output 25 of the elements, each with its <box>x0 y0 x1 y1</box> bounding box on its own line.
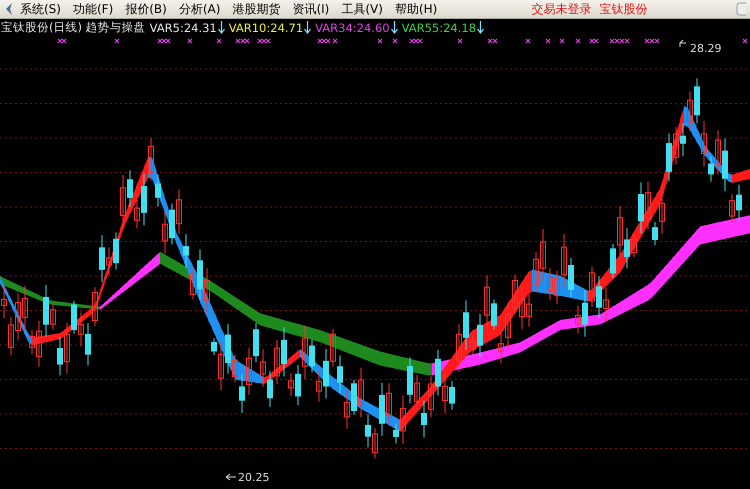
window-control-icon[interactable] <box>736 2 746 16</box>
down-arrow-icon <box>477 21 484 34</box>
menu-item[interactable]: 帮助(H) <box>388 0 444 18</box>
low-price-label: 20.25 <box>238 471 270 484</box>
menu-item[interactable]: 报价(B) <box>119 0 173 18</box>
high-price-marker <box>680 40 686 48</box>
menu-item[interactable]: 资讯(I) <box>286 0 336 18</box>
indicator-value: VAR34:24.60 <box>315 20 390 34</box>
down-arrow-icon <box>304 21 312 34</box>
indicator-value: VAR55:24.18 <box>402 20 476 34</box>
indicator-value: VAR5:24.31 <box>150 20 217 34</box>
down-arrow-icon <box>218 21 225 34</box>
low-price-marker <box>226 474 236 480</box>
menu-item[interactable]: 工具(V) <box>335 0 389 18</box>
chart-title: 宝钛股份(日线) 趋势与操盘 <box>1 20 146 35</box>
indicator-value: VAR10:24.71 <box>228 20 304 34</box>
high-price-label: 28.29 <box>690 42 722 55</box>
login-status: 交易未登录 <box>532 0 592 18</box>
down-arrow-icon <box>390 21 398 34</box>
back-arrow-icon[interactable] <box>4 2 14 16</box>
menu-item[interactable]: 分析(A) <box>172 0 226 18</box>
menu-item[interactable]: 功能(F) <box>66 0 120 18</box>
menu-item[interactable]: 系统(S) <box>14 0 67 18</box>
menu-item[interactable]: 港股期货 <box>226 0 286 18</box>
stock-name: 宝钛股份 <box>600 0 648 18</box>
